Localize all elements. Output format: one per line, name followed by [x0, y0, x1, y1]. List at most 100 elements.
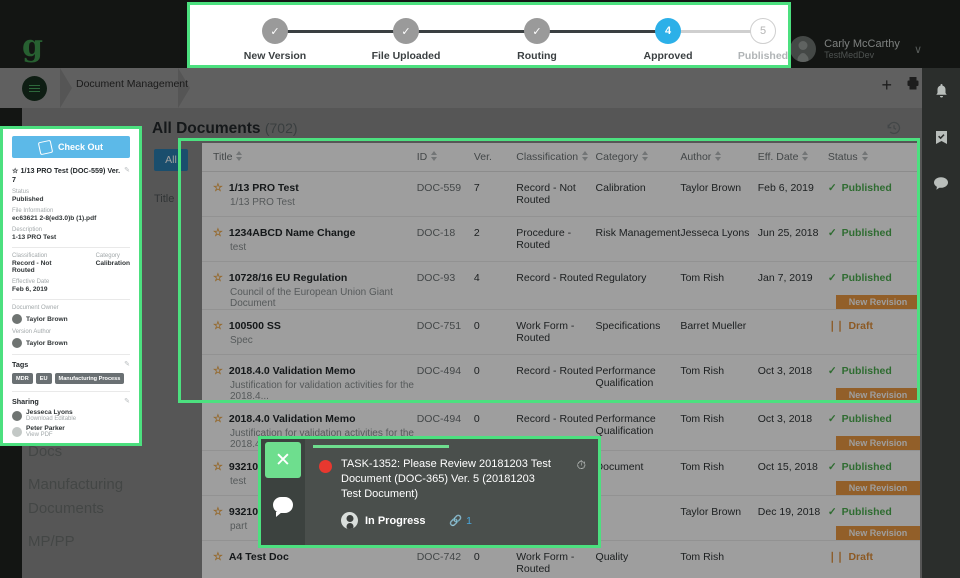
avatar	[341, 512, 358, 529]
row-id: DOC-742	[417, 551, 474, 563]
close-icon[interactable]: ✕	[265, 442, 301, 478]
document-owner-label: Document Owner	[12, 305, 130, 311]
stepper-connector	[275, 30, 405, 33]
category-label: Category	[96, 253, 130, 259]
chevron-down-icon[interactable]: ∨	[914, 43, 922, 56]
status-badge: ✓Published	[828, 506, 920, 518]
right-icon-rail	[922, 68, 960, 578]
stepper-node-routing[interactable]: ✓	[524, 18, 550, 44]
row-eff-date: Oct 3, 2018	[758, 413, 828, 425]
row-title: ☆A4 Test Doc	[213, 551, 417, 563]
tag-list: MDREUManufacturing Process	[12, 373, 130, 384]
document-owner: Taylor Brown	[12, 314, 130, 324]
row-title: ☆2018.4.0 Validation Memo	[213, 413, 417, 425]
task-checkmark-icon[interactable]	[922, 114, 960, 160]
row-category: Quality	[596, 551, 681, 563]
star-icon[interactable]: ☆	[213, 552, 223, 563]
bell-icon[interactable]	[922, 68, 960, 114]
row-author: Tom Rish	[680, 413, 757, 425]
row-category: Performance Qualification	[596, 413, 681, 437]
status-badge: ✓Published	[828, 413, 920, 425]
file-info-label: File Information	[12, 208, 130, 214]
workflow-stepper-highlight: ✓New Version✓File Uploaded✓Routing4Appro…	[187, 2, 791, 68]
add-icon[interactable]: +	[881, 76, 892, 94]
share-permission: Download Editable	[26, 416, 76, 422]
avatar	[12, 338, 22, 348]
version-author: Taylor Brown	[12, 338, 130, 348]
share-name: Peter Parker	[26, 425, 65, 432]
task-status: In Progress	[365, 515, 426, 527]
version-author-name: Taylor Brown	[26, 340, 68, 347]
print-icon[interactable]	[906, 76, 920, 95]
attachment-count-value: 1	[466, 515, 472, 527]
chat-icon[interactable]	[273, 497, 293, 513]
new-revision-badge[interactable]: New Revision	[836, 526, 920, 540]
check-icon: ✓	[828, 413, 837, 425]
detail-doc-title: ☆ 1/13 PRO Test (DOC-559) Ver. 7	[12, 166, 124, 184]
stepper-connector	[668, 30, 762, 33]
star-icon[interactable]: ☆	[213, 462, 223, 473]
chat-icon[interactable]	[922, 160, 960, 206]
stepper-connector	[537, 30, 667, 33]
avatar	[12, 427, 22, 437]
document-detail-panel: Check Out ☆ 1/13 PRO Test (DOC-559) Ver.…	[0, 126, 142, 446]
star-icon[interactable]: ☆	[213, 507, 223, 518]
stepper-connector	[406, 30, 536, 33]
check-out-label: Check Out	[58, 142, 103, 152]
star-icon[interactable]: ☆	[213, 414, 223, 425]
share-permission: View PDF	[26, 432, 65, 438]
new-revision-badge[interactable]: New Revision	[836, 481, 920, 495]
tag-chip[interactable]: Manufacturing Process	[55, 373, 125, 384]
category-value: Calibration	[96, 260, 130, 267]
row-eff-date: Dec 19, 2018	[758, 506, 828, 518]
tag-chip[interactable]: EU	[36, 373, 52, 384]
stepper-label: New Version	[225, 50, 325, 62]
check-icon: ✓	[828, 461, 837, 473]
status-value: Published	[12, 196, 130, 203]
menu-icon[interactable]	[22, 76, 47, 101]
stepper-node-file-uploaded[interactable]: ✓	[393, 18, 419, 44]
page-title: All Documents (702)	[152, 120, 298, 138]
status-text: ✓Published	[828, 461, 920, 473]
avatar	[12, 411, 22, 421]
breadcrumb-label[interactable]: Document Management	[76, 78, 188, 90]
status-text: ✓Published	[828, 506, 920, 518]
attachment-count[interactable]: 🔗 1	[449, 514, 472, 527]
edit-sharing-icon[interactable]: ✎	[124, 397, 130, 405]
app-logo: g	[22, 32, 43, 62]
row-version: 0	[474, 551, 516, 563]
check-icon: ✓	[828, 506, 837, 518]
user-org: TestMedDev	[824, 50, 900, 60]
task-title[interactable]: TASK-1352: Please Review 20181203 Test D…	[341, 457, 556, 502]
row-classification: Record - Routed	[516, 413, 595, 425]
stepper-label: Published	[713, 50, 813, 62]
app-root: g Carly McCarthy TestMedDev ∨ Document M…	[0, 0, 960, 578]
row-id: DOC-494	[417, 413, 474, 425]
row-eff-date: Oct 15, 2018	[758, 461, 828, 473]
new-revision-badge[interactable]: New Revision	[836, 436, 920, 450]
classification-value: Record - Not Routed	[12, 260, 74, 274]
stepper-node-published[interactable]: 5	[750, 18, 776, 44]
edit-tags-icon[interactable]: ✎	[124, 360, 130, 368]
version-author-label: Version Author	[12, 329, 130, 335]
share-entry: Jesseca Lyons Download Editable	[12, 409, 130, 422]
effective-date-value: Feb 6, 2019	[12, 286, 130, 293]
stepper-label: Approved	[618, 50, 718, 62]
stepper-node-approved[interactable]: 4	[655, 18, 681, 44]
checkout-icon	[38, 139, 53, 154]
sidebar-item-mp-pp[interactable]: MP/PP	[28, 530, 148, 553]
alarm-icon: ⏱	[577, 458, 586, 473]
description-label: Description	[12, 227, 130, 233]
check-out-button[interactable]: Check Out	[12, 136, 130, 158]
paperclip-icon: 🔗	[449, 514, 462, 527]
sidebar-item-manufacturing-documents[interactable]: Manufacturing Documents	[28, 473, 148, 520]
page-title-text: All Documents	[152, 120, 261, 137]
edit-title-icon[interactable]: ✎	[124, 166, 130, 174]
effective-date-label: Effective Date	[12, 279, 130, 285]
stepper-node-new-version[interactable]: ✓	[262, 18, 288, 44]
classification-label: Classification	[12, 253, 74, 259]
left-nav-items: Docs Manufacturing Documents MP/PP	[28, 440, 148, 563]
tag-chip[interactable]: MDR	[12, 373, 33, 384]
status-text: ❘❘Draft	[828, 551, 920, 563]
documents-table-highlight	[178, 138, 920, 403]
